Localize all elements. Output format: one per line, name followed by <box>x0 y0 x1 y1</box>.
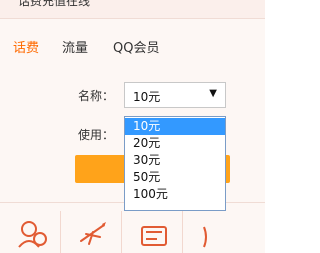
top-strip: 话费充值在线 <box>0 0 265 19</box>
dropdown-option-100[interactable]: 100元 <box>125 186 225 203</box>
tab-phone-bill[interactable]: 话费 <box>13 37 39 56</box>
mobile-recharge-screen: 话费充值在线 话费 流量 QQ会员 名称： 10元 ▼ 使用： 10元 20元 … <box>0 0 265 253</box>
tab-qq-member[interactable]: QQ会员 <box>113 37 159 56</box>
partial-icon <box>203 226 207 248</box>
name-label: 名称： <box>78 89 115 103</box>
tab-data[interactable]: 流量 <box>62 37 88 56</box>
amount-dropdown-list[interactable]: 10元 20元 30元 50元 100元 <box>124 116 226 211</box>
chevron-down-icon: ▼ <box>209 88 217 99</box>
service-cell-ticket[interactable] <box>122 211 183 253</box>
selected-amount: 10元 <box>133 90 161 104</box>
service-cell-user-money[interactable] <box>0 211 61 253</box>
partial-title: 话费充值在线 <box>18 0 91 8</box>
dropdown-option-20[interactable]: 20元 <box>125 135 225 152</box>
recharge-tabs: 话费 流量 QQ会员 <box>0 19 265 74</box>
service-cell-flight[interactable] <box>61 211 122 253</box>
amount-select[interactable]: 10元 ▼ <box>124 82 226 108</box>
dropdown-option-50[interactable]: 50元 <box>125 169 225 186</box>
flight-icon <box>80 222 106 245</box>
dropdown-option-10[interactable]: 10元 <box>125 118 225 135</box>
user-money-icon <box>18 221 47 248</box>
service-cell-partial[interactable] <box>183 211 243 253</box>
dropdown-option-30[interactable]: 30元 <box>125 152 225 169</box>
use-label: 使用： <box>78 128 115 142</box>
ticket-icon <box>141 226 167 246</box>
